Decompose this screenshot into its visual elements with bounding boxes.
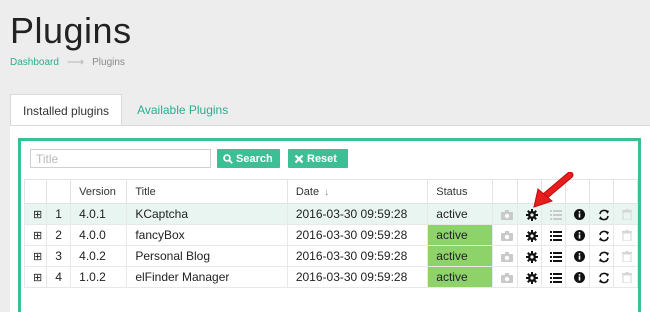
row-date: 2016-03-30 09:59:28 bbox=[286, 224, 429, 246]
info-icon[interactable] bbox=[564, 224, 590, 246]
row-date: 2016-03-30 09:59:28 bbox=[286, 245, 429, 267]
row-status: active bbox=[427, 266, 494, 288]
trash-icon bbox=[612, 266, 639, 288]
gear-icon[interactable] bbox=[516, 266, 542, 288]
info-icon[interactable] bbox=[564, 266, 590, 288]
reset-button-label: Reset bbox=[307, 152, 337, 165]
row-title: KCaptcha bbox=[126, 203, 288, 225]
annotation-arrow-icon bbox=[533, 172, 574, 208]
tab-panel: Search Reset Version Title Date bbox=[10, 125, 650, 312]
camera-icon bbox=[492, 224, 518, 246]
status-column-header[interactable]: Status bbox=[427, 179, 494, 204]
row-status: active bbox=[427, 224, 494, 246]
tab-installed-plugins[interactable]: Installed plugins bbox=[10, 94, 123, 126]
tab-bar: Installed plugins Available Plugins bbox=[10, 94, 240, 126]
camera-icon bbox=[492, 203, 518, 225]
breadcrumb-current: Plugins bbox=[92, 56, 125, 68]
row-number: 4 bbox=[46, 266, 72, 288]
row-title: elFinder Manager bbox=[126, 266, 288, 288]
row-version: 4.0.0 bbox=[70, 224, 128, 246]
search-icon bbox=[223, 153, 233, 164]
row-status: active bbox=[427, 203, 494, 225]
title-column-header[interactable]: Title bbox=[126, 179, 288, 204]
row-date: 2016-03-30 09:59:28 bbox=[286, 266, 429, 288]
expand-column-header bbox=[23, 179, 48, 204]
list-icon[interactable] bbox=[540, 266, 566, 288]
expand-icon[interactable]: ⊞ bbox=[23, 224, 48, 246]
number-column-header bbox=[46, 179, 72, 204]
action-column-header bbox=[588, 179, 614, 204]
title-search-input[interactable] bbox=[30, 149, 211, 168]
refresh-icon[interactable] bbox=[588, 245, 614, 267]
row-status: active bbox=[427, 245, 494, 267]
date-column-header[interactable]: Date ↓ bbox=[286, 179, 429, 204]
action-column-header bbox=[612, 179, 639, 204]
row-date: 2016-03-30 09:59:28 bbox=[286, 203, 429, 225]
table-row[interactable]: ⊞ 3 4.0.2 Personal Blog 2016-03-30 09:59… bbox=[23, 245, 639, 267]
breadcrumb-separator: ⟶ bbox=[66, 55, 85, 69]
row-version: 4.0.2 bbox=[70, 245, 128, 267]
camera-icon bbox=[492, 266, 518, 288]
row-number: 2 bbox=[46, 224, 72, 246]
gear-icon[interactable] bbox=[516, 245, 542, 267]
tab-available-plugins[interactable]: Available Plugins bbox=[122, 94, 240, 126]
trash-icon bbox=[612, 203, 639, 225]
search-button-label: Search bbox=[236, 152, 273, 165]
breadcrumb-dashboard-link[interactable]: Dashboard bbox=[10, 57, 59, 68]
refresh-icon[interactable] bbox=[588, 203, 614, 225]
trash-icon bbox=[612, 245, 639, 267]
info-icon[interactable] bbox=[564, 245, 590, 267]
close-icon bbox=[294, 154, 304, 163]
search-button[interactable]: Search bbox=[217, 149, 280, 168]
page-title: Plugins bbox=[10, 10, 132, 51]
list-icon[interactable] bbox=[540, 245, 566, 267]
row-title: fancyBox bbox=[126, 224, 288, 246]
list-icon[interactable] bbox=[540, 224, 566, 246]
row-number: 3 bbox=[46, 245, 72, 267]
table-row[interactable]: ⊞ 2 4.0.0 fancyBox 2016-03-30 09:59:28 a… bbox=[23, 224, 639, 246]
row-title: Personal Blog bbox=[126, 245, 288, 267]
expand-icon[interactable]: ⊞ bbox=[23, 266, 48, 288]
breadcrumb: Dashboard ⟶ Plugins bbox=[10, 55, 125, 69]
camera-icon bbox=[492, 245, 518, 267]
action-column-header bbox=[492, 179, 518, 204]
gear-icon[interactable] bbox=[516, 224, 542, 246]
reset-button[interactable]: Reset bbox=[288, 149, 348, 168]
expand-icon[interactable]: ⊞ bbox=[23, 203, 48, 225]
date-header-label: Date bbox=[295, 185, 320, 198]
row-version: 1.0.2 bbox=[70, 266, 128, 288]
expand-icon[interactable]: ⊞ bbox=[23, 245, 48, 267]
table-row[interactable]: ⊞ 4 1.0.2 elFinder Manager 2016-03-30 09… bbox=[23, 266, 639, 288]
row-version: 4.0.1 bbox=[70, 203, 128, 225]
trash-icon bbox=[612, 224, 639, 246]
refresh-icon[interactable] bbox=[588, 266, 614, 288]
plugins-grid-frame: Search Reset Version Title Date bbox=[18, 138, 641, 312]
version-column-header[interactable]: Version bbox=[70, 179, 128, 204]
row-number: 1 bbox=[46, 203, 72, 225]
refresh-icon[interactable] bbox=[588, 224, 614, 246]
sort-down-icon: ↓ bbox=[324, 186, 330, 198]
